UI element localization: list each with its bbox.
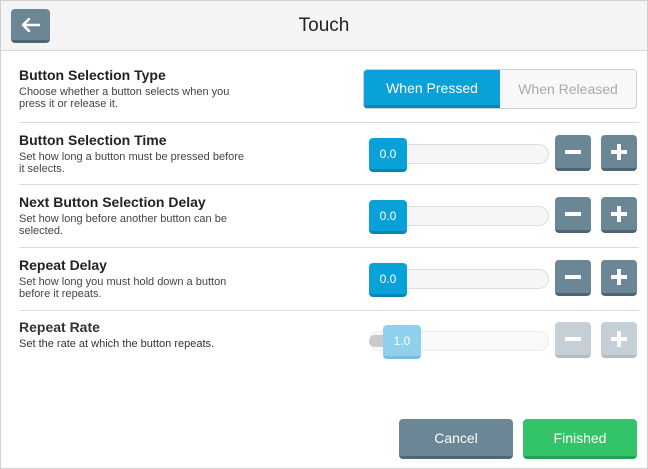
repeat-delay-slider[interactable]: 0.0: [369, 263, 549, 297]
decrease-button[interactable]: [555, 260, 591, 296]
repeat-rate-slider: 1.0: [369, 325, 549, 359]
selection-time-slider[interactable]: 0.0: [369, 138, 549, 172]
when-pressed-option[interactable]: When Pressed: [364, 70, 500, 108]
divider: [19, 247, 639, 248]
decrease-button: [555, 322, 591, 358]
page-title: Touch: [298, 15, 350, 36]
decrease-button[interactable]: [555, 135, 591, 171]
setting-description: Set how long a button must be pressed be…: [19, 151, 245, 175]
setting-description: Set how long you must hold down a button…: [19, 276, 227, 300]
slider-fill: [369, 335, 383, 347]
plus-icon: [611, 268, 627, 285]
plus-icon: [611, 143, 627, 160]
plus-icon: [611, 330, 627, 347]
setting-description: Choose whether a button selects when you…: [19, 86, 230, 110]
finished-button[interactable]: Finished: [523, 419, 637, 459]
next-delay-slider[interactable]: 0.0: [369, 200, 549, 234]
header-bar: Touch: [1, 1, 647, 51]
plus-icon: [611, 205, 627, 222]
slider-thumb: 1.0: [383, 325, 421, 359]
minus-icon: [565, 211, 581, 216]
setting-description: Set how long before another button can b…: [19, 213, 227, 237]
when-released-option[interactable]: When Released: [500, 70, 636, 108]
increase-button: [601, 322, 637, 358]
minus-icon: [565, 336, 581, 341]
minus-icon: [565, 274, 581, 279]
increase-button[interactable]: [601, 135, 637, 171]
cancel-button[interactable]: Cancel: [399, 419, 513, 459]
divider: [19, 122, 639, 123]
decrease-button[interactable]: [555, 197, 591, 233]
minus-icon: [565, 149, 581, 154]
increase-button[interactable]: [601, 260, 637, 296]
divider: [19, 310, 639, 311]
selection-type-toggle[interactable]: When Pressed When Released: [363, 69, 637, 109]
slider-thumb[interactable]: 0.0: [369, 263, 407, 297]
setting-description: Set the rate at which the button repeats…: [19, 338, 215, 350]
divider: [19, 184, 639, 185]
slider-thumb[interactable]: 0.0: [369, 200, 407, 234]
slider-thumb[interactable]: 0.0: [369, 138, 407, 172]
increase-button[interactable]: [601, 197, 637, 233]
